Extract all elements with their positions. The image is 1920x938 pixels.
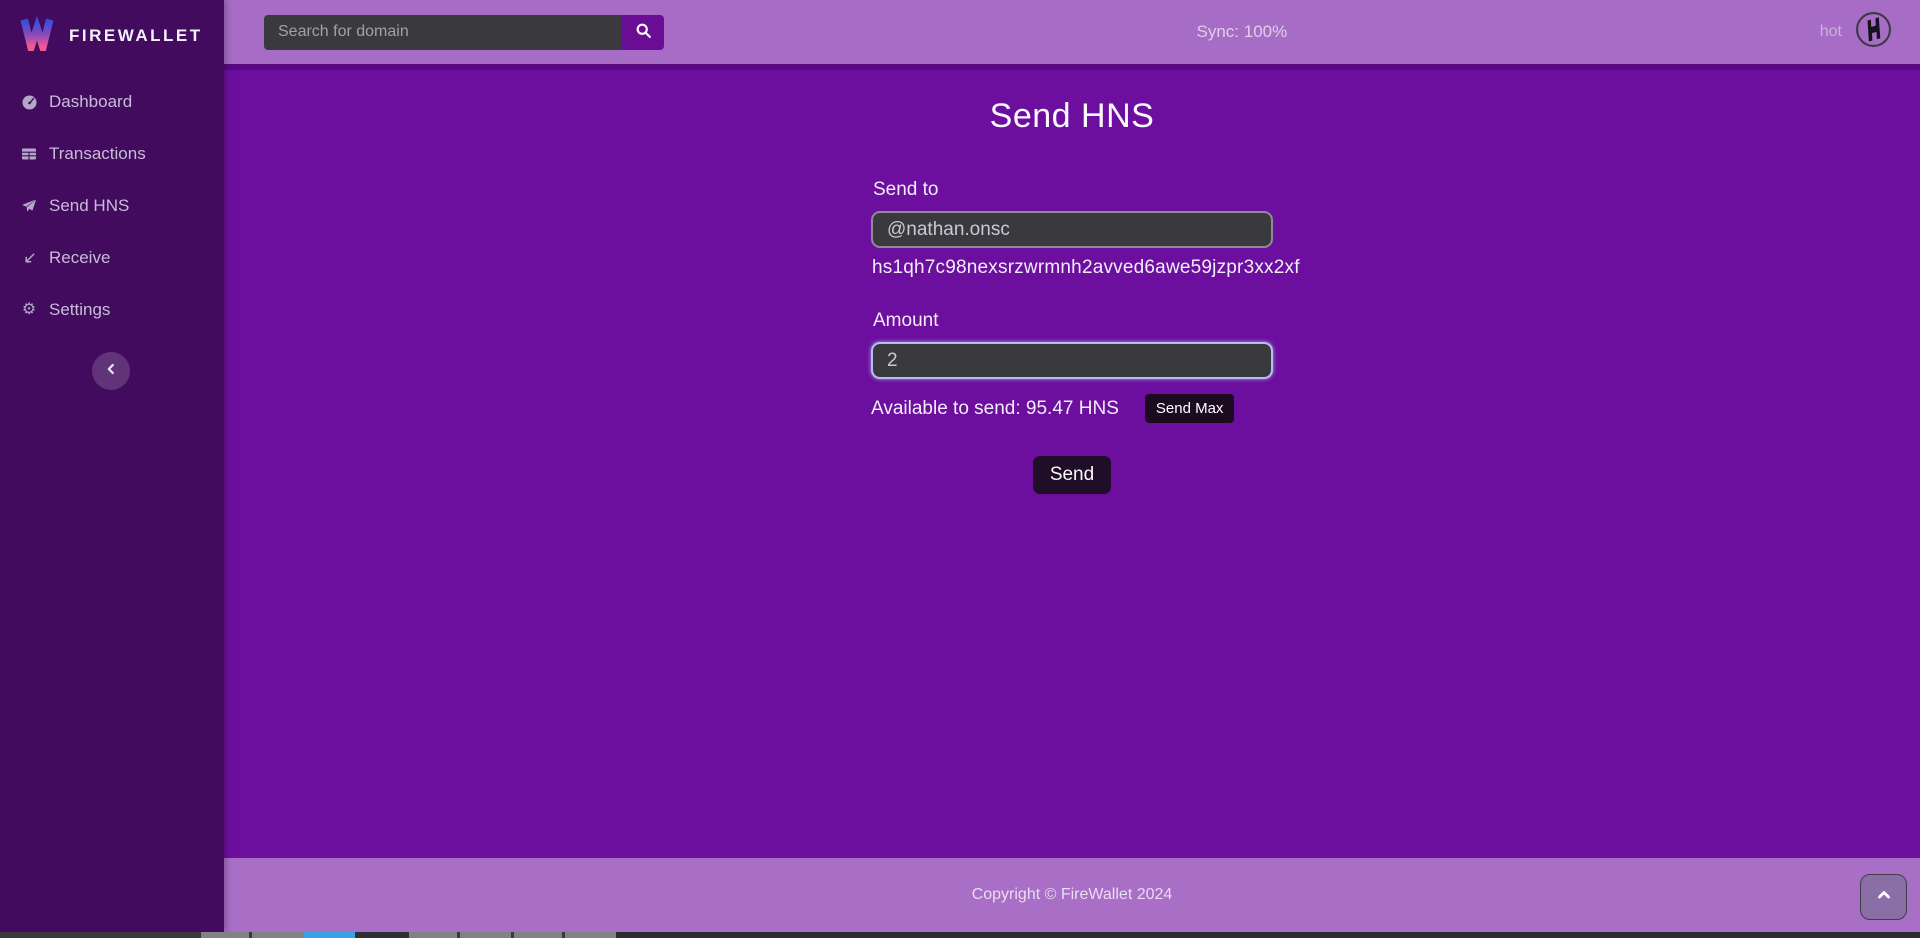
available-balance-text: Available to send: 95.47 HNS xyxy=(871,398,1119,420)
sidebar-item-label: Send HNS xyxy=(49,196,129,216)
scroll-to-top-button[interactable] xyxy=(1860,874,1907,920)
brand-name: FIREWALLET xyxy=(69,26,203,46)
taskbar-segment xyxy=(514,932,562,938)
taskbar-segment xyxy=(460,932,511,938)
search-icon xyxy=(635,22,652,42)
sidebar-item-receive[interactable]: Receive xyxy=(0,232,224,284)
table-icon xyxy=(20,146,38,162)
send-to-input[interactable] xyxy=(871,211,1273,248)
search-input[interactable] xyxy=(264,15,622,50)
taskbar-segment xyxy=(409,932,457,938)
firewallet-w-logo-icon xyxy=(18,17,56,56)
send-form: Send to hs1qh7c98nexsrzwrmnh2avved6awe59… xyxy=(871,179,1273,494)
copyright-text: Copyright © FireWallet 2024 xyxy=(972,886,1173,904)
taskbar-segment xyxy=(355,932,409,938)
send-max-button[interactable]: Send Max xyxy=(1145,394,1235,423)
taskbar-segment xyxy=(304,932,355,938)
chevron-left-icon xyxy=(104,362,118,381)
send-to-label: Send to xyxy=(873,179,1273,201)
brand-header[interactable]: FIREWALLET xyxy=(0,0,224,70)
taskbar-segment xyxy=(252,932,304,938)
sidebar-item-send-hns[interactable]: Send HNS xyxy=(0,180,224,232)
chevron-up-icon xyxy=(1876,887,1892,908)
gear-icon: ⚙ xyxy=(20,302,38,318)
sidebar: FIREWALLET Dashboard xyxy=(0,0,224,932)
main-content: Send HNS Send to hs1qh7c98nexsrzwrmnh2av… xyxy=(224,70,1920,858)
sidebar-item-label: Transactions xyxy=(49,144,146,164)
amount-label: Amount xyxy=(873,310,1273,332)
handshake-logo-icon xyxy=(1855,11,1892,53)
footer: Copyright © FireWallet 2024 xyxy=(224,858,1920,932)
search-button[interactable] xyxy=(622,15,664,50)
gauge-icon xyxy=(20,94,38,111)
paper-plane-icon xyxy=(20,198,38,214)
firewallet-app: FIREWALLET Dashboard xyxy=(0,0,1920,938)
sync-status: Sync: 100% xyxy=(1197,22,1288,42)
send-button[interactable]: Send xyxy=(1033,456,1111,494)
domain-search xyxy=(264,15,664,50)
taskbar-strip xyxy=(0,932,1920,938)
wallet-name: hot xyxy=(1820,23,1842,41)
sidebar-collapse-button[interactable] xyxy=(92,352,130,390)
taskbar-segment xyxy=(616,932,1920,938)
taskbar-segment xyxy=(201,932,249,938)
sidebar-item-label: Dashboard xyxy=(49,92,132,112)
receive-arrow-icon xyxy=(20,251,38,266)
sidebar-item-settings[interactable]: ⚙ Settings xyxy=(0,284,224,336)
sidebar-item-dashboard[interactable]: Dashboard xyxy=(0,76,224,128)
wallet-selector[interactable]: hot xyxy=(1820,11,1892,53)
topbar: Sync: 100% hot xyxy=(224,0,1920,70)
amount-input[interactable] xyxy=(871,342,1273,379)
sidebar-nav: Dashboard Transactions Send HNS xyxy=(0,76,224,336)
page-title: Send HNS xyxy=(224,97,1920,136)
sidebar-item-transactions[interactable]: Transactions xyxy=(0,128,224,180)
sidebar-item-label: Settings xyxy=(49,300,110,320)
taskbar-segment xyxy=(565,932,616,938)
resolved-address: hs1qh7c98nexsrzwrmnh2avved6awe59jzpr3xx2… xyxy=(872,257,1273,279)
sidebar-item-label: Receive xyxy=(49,248,110,268)
